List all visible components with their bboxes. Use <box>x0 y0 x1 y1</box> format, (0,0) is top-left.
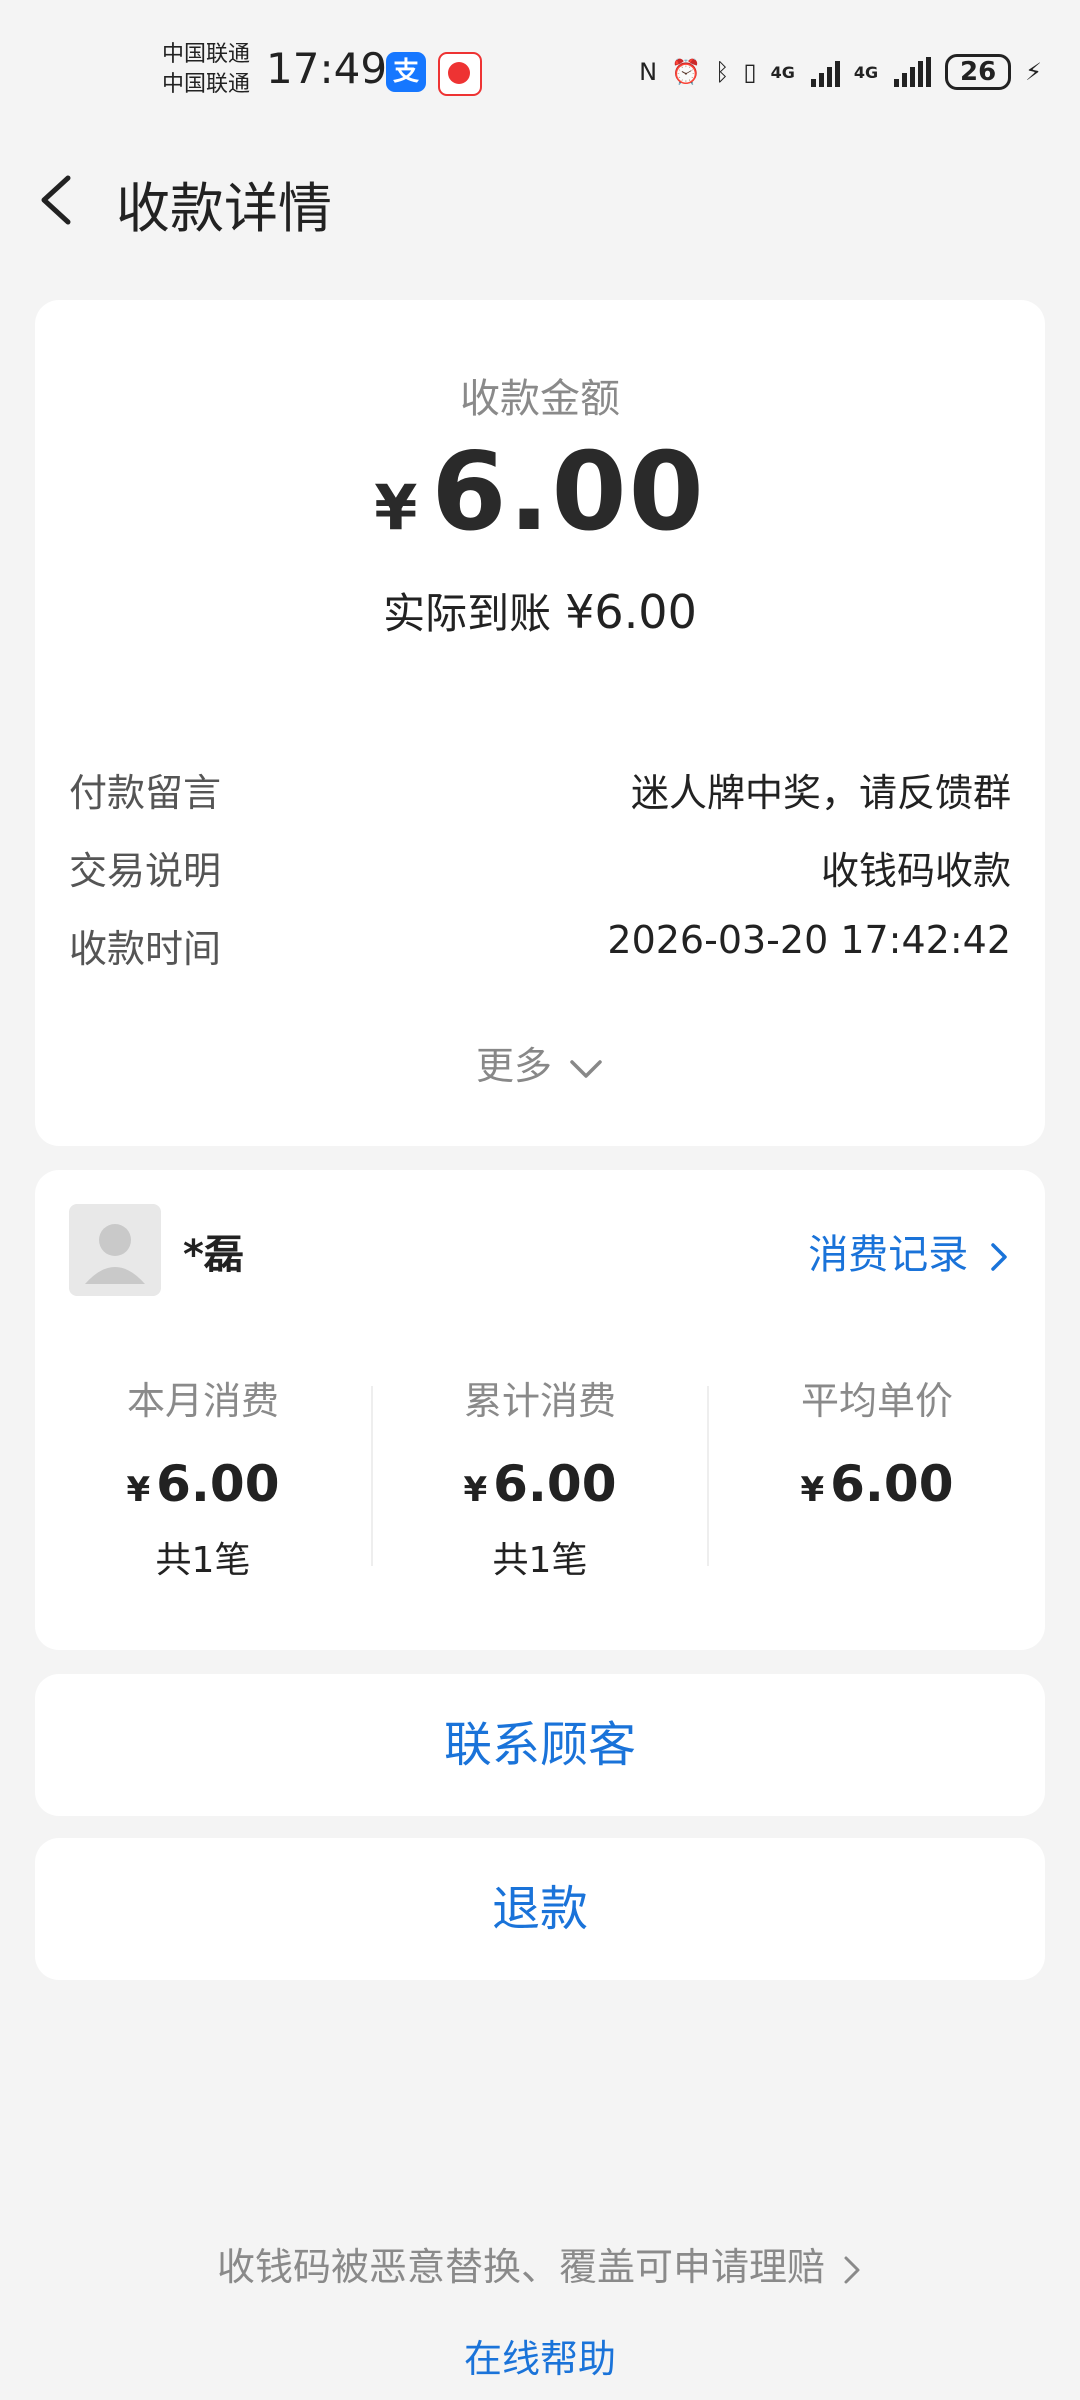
customer-name: *磊 <box>183 1232 244 1278</box>
status-bar: 中国联通 中国联通 17:49 支 N ⏰ ᛒ ▯ 4G 4G 26 ⚡ <box>0 0 1080 140</box>
stat-label: 累计消费 <box>463 1379 616 1423</box>
signal-icon <box>810 57 840 87</box>
stat-count: 共1笔 <box>155 1540 251 1581</box>
payment-summary-card: 收款金额 ¥6.00 实际到账 ¥6.00 付款留言 迷人牌中奖，请反馈群 交易说… <box>35 300 1045 1146</box>
stat-value: ¥6.00 <box>709 1455 1045 1513</box>
stat-count: 共1笔 <box>492 1540 588 1581</box>
more-toggle[interactable]: 更多 <box>35 1035 1045 1090</box>
battery-icon: 26 <box>945 54 1012 90</box>
app-notification-icon <box>438 52 482 96</box>
actual-label: 实际到账 <box>383 589 552 638</box>
alipay-notification-icon: 支 <box>386 52 426 92</box>
contact-customer-label: 联系顾客 <box>443 1717 636 1773</box>
vibrate-icon: ▯ <box>743 58 757 86</box>
carrier-info: 中国联通 中国联通 <box>162 40 250 100</box>
stat-currency: ¥ <box>463 1470 488 1510</box>
signal-icon <box>894 57 932 87</box>
customer-card: *磊 消费记录 本月消费 ¥6.00 共1笔 累计消费 ¥6.00 共1笔 平均… <box>35 1170 1045 1650</box>
stat-currency: ¥ <box>126 1470 151 1510</box>
stat-label: 平均单价 <box>800 1379 953 1423</box>
stat-currency: ¥ <box>800 1470 825 1510</box>
avatar <box>69 1204 161 1296</box>
amount-value: ¥6.00 <box>35 430 1045 555</box>
carrier-2: 中国联通 <box>162 72 251 97</box>
nfc-icon: N <box>639 58 658 86</box>
network-type-2: 4G <box>853 62 879 82</box>
actual-received: 实际到账 ¥6.00 <box>35 580 1045 641</box>
contact-customer-button[interactable]: 联系顾客 <box>35 1674 1045 1816</box>
stat-number: 6.00 <box>493 1455 617 1513</box>
app-header: 收款详情 <box>0 150 1080 250</box>
stat-average: 平均单价 ¥6.00 <box>709 1370 1045 1531</box>
charging-icon: ⚡ <box>1025 58 1042 86</box>
currency-symbol: ¥ <box>374 471 420 544</box>
chevron-right-icon <box>844 2256 860 2283</box>
network-type-1: 4G <box>770 62 795 82</box>
actual-value: ¥6.00 <box>565 585 697 639</box>
page-title: 收款详情 <box>116 177 332 240</box>
stat-label: 本月消费 <box>126 1379 279 1423</box>
detail-value: 收钱码收款 <box>820 849 1011 893</box>
stat-monthly: 本月消费 ¥6.00 共1笔 <box>35 1370 371 1583</box>
carrier-1: 中国联通 <box>162 42 251 67</box>
alarm-icon: ⏰ <box>671 58 701 86</box>
detail-value: 迷人牌中奖，请反馈群 <box>630 771 1011 815</box>
stat-number: 6.00 <box>156 1455 280 1513</box>
refund-label: 退款 <box>491 1881 588 1937</box>
stat-number: 6.00 <box>830 1455 954 1513</box>
amount-label: 收款金额 <box>460 376 620 422</box>
stat-value: ¥6.00 <box>35 1455 371 1513</box>
bluetooth-icon: ᛒ <box>714 58 730 86</box>
detail-key: 交易说明 <box>69 849 222 893</box>
stat-value: ¥6.00 <box>372 1455 708 1513</box>
chevron-down-icon <box>570 1059 602 1078</box>
detail-key: 收款时间 <box>69 927 222 971</box>
online-help-link[interactable]: 在线帮助 <box>0 2328 1080 2383</box>
consumption-records-link[interactable]: 消费记录 <box>808 1222 1011 1280</box>
amount-number: 6.00 <box>431 430 706 555</box>
detail-value: 2026-03-20 17:42:42 <box>607 918 1011 962</box>
status-time: 17:49 <box>266 44 388 93</box>
detail-key: 付款留言 <box>69 771 222 815</box>
chevron-right-icon <box>991 1243 1007 1271</box>
claim-label: 收钱码被恶意替换、覆盖可申请理赔 <box>216 2245 825 2289</box>
more-label: 更多 <box>475 1044 552 1088</box>
status-icons: N ⏰ ᛒ ▯ 4G 4G 26 ⚡ <box>639 48 1042 96</box>
records-link-label: 消费记录 <box>808 1232 969 1278</box>
claim-link[interactable]: 收钱码被恶意替换、覆盖可申请理赔 <box>0 2236 1080 2291</box>
back-icon[interactable] <box>30 170 90 230</box>
stat-total: 累计消费 ¥6.00 共1笔 <box>372 1370 708 1583</box>
refund-button[interactable]: 退款 <box>35 1838 1045 1980</box>
